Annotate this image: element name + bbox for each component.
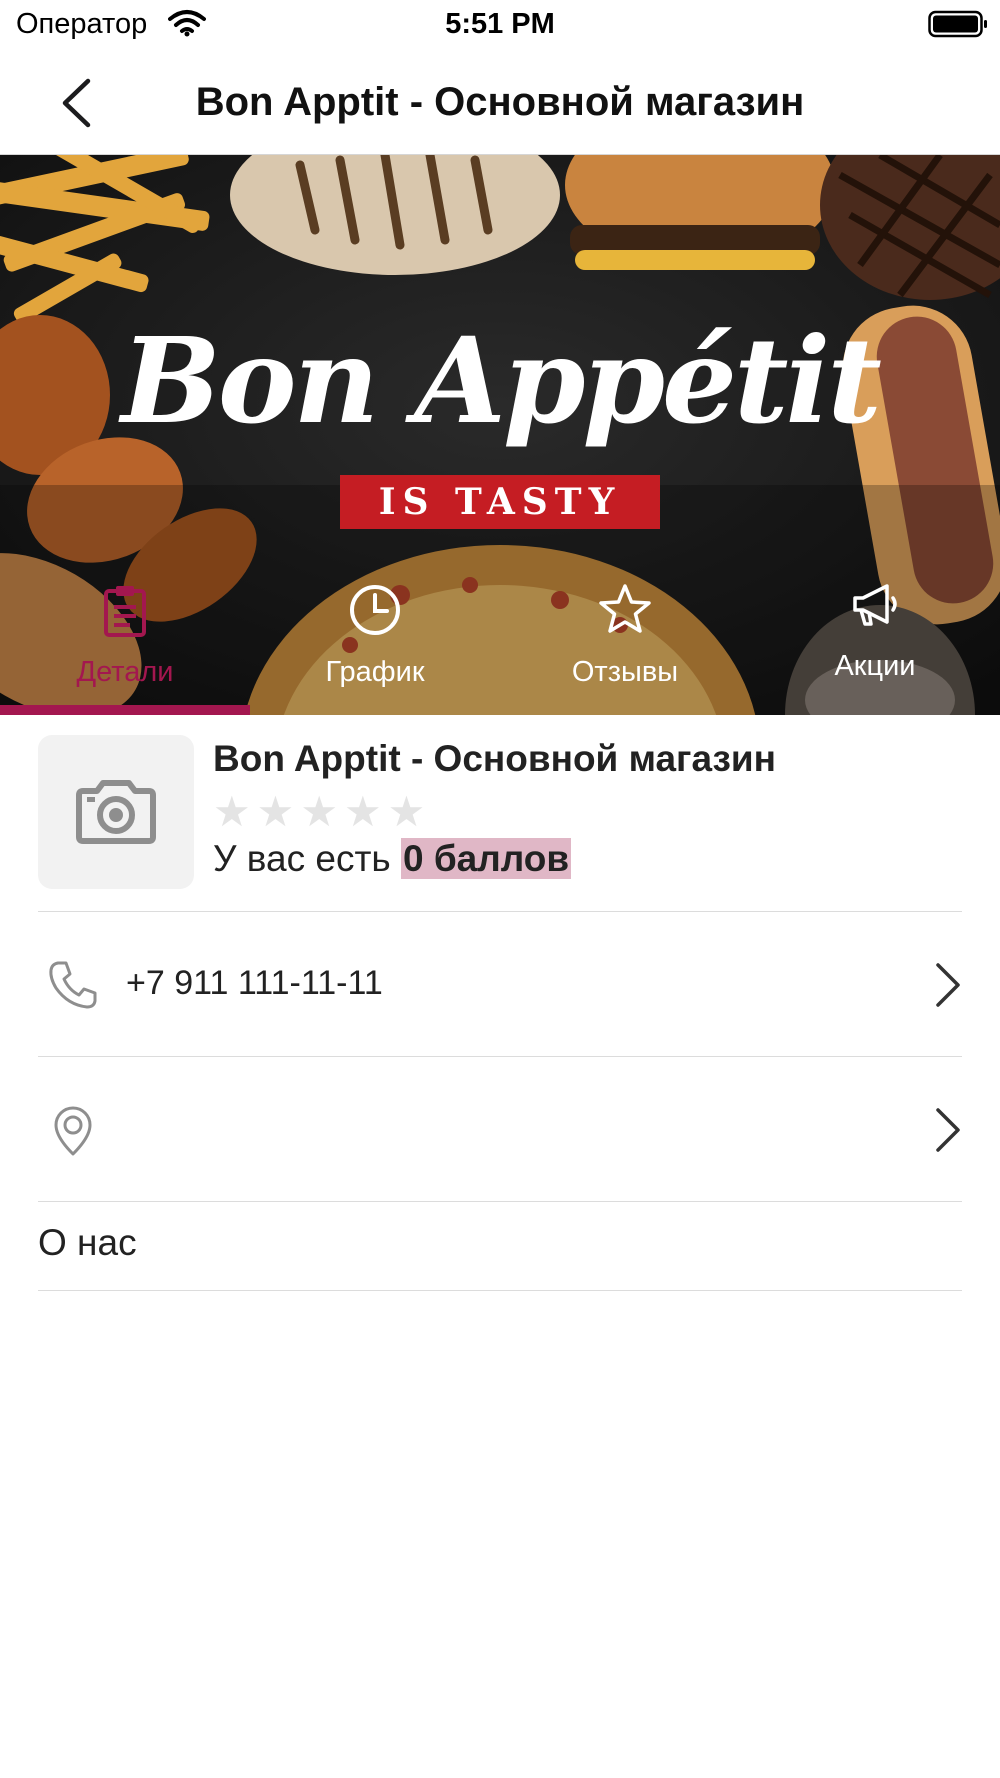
address-row[interactable] [38,1061,962,1201]
navigation-bar: Bon Apptit - Основной магазин [0,52,1000,155]
phone-row[interactable]: +7 911 111-11-11 [38,916,962,1056]
location-pin-icon [54,1106,92,1156]
phone-number: +7 911 111-11-11 [126,964,383,1002]
divider [38,1290,962,1291]
camera-icon [76,780,156,844]
tab-details-label: Детали [76,656,174,688]
rating-star-icon: ★ [300,788,338,835]
back-button[interactable] [48,74,104,132]
store-name: Bon Apptit - Основной магазин [213,738,776,779]
tab-schedule-label: График [325,656,425,688]
chevron-right-icon [936,1108,960,1152]
tab-reviews[interactable]: Отзывы [500,560,750,715]
status-time: 5:51 PM [445,8,555,40]
points-value: 0 баллов [400,838,572,879]
divider [38,1056,962,1057]
rating-star-icon: ★ [256,788,295,835]
rating-star-icon: ★ [213,788,251,835]
divider [38,911,962,912]
banner-tagline: IS TASTY [340,475,660,529]
divider [38,1201,962,1202]
active-tab-indicator [0,705,250,715]
rating-star-icon: ★ [387,788,426,835]
store-rating: ★ ★ ★ ★ ★ [213,790,425,834]
battery-icon [928,10,987,38]
tab-details[interactable]: Детали [0,560,250,715]
phone-icon [49,961,97,1009]
clock-icon [350,585,400,635]
star-icon [599,584,651,633]
loyalty-points: У вас есть 0 баллов [213,838,572,880]
page-title: Bon Apptit - Основной магазин [195,80,805,124]
store-photo-placeholder[interactable] [38,735,194,889]
tab-reviews-label: Отзывы [571,656,679,688]
tab-schedule[interactable]: График [250,560,500,715]
banner-brand: Bon Appétit [121,311,882,450]
tab-promotions[interactable]: Акции [750,560,1000,715]
about-heading[interactable]: О нас [38,1222,137,1264]
store-tabs: Детали График Отзывы Акции [0,560,1000,715]
rating-star-icon: ★ [343,788,382,835]
chevron-left-icon [62,78,91,128]
megaphone-icon [853,584,897,626]
status-bar: Оператор 5:51 PM [0,0,1000,52]
chevron-right-icon [936,963,960,1007]
tab-promotions-label: Акции [834,650,916,682]
points-prefix: У вас есть [213,838,391,879]
clipboard-icon [104,586,146,637]
